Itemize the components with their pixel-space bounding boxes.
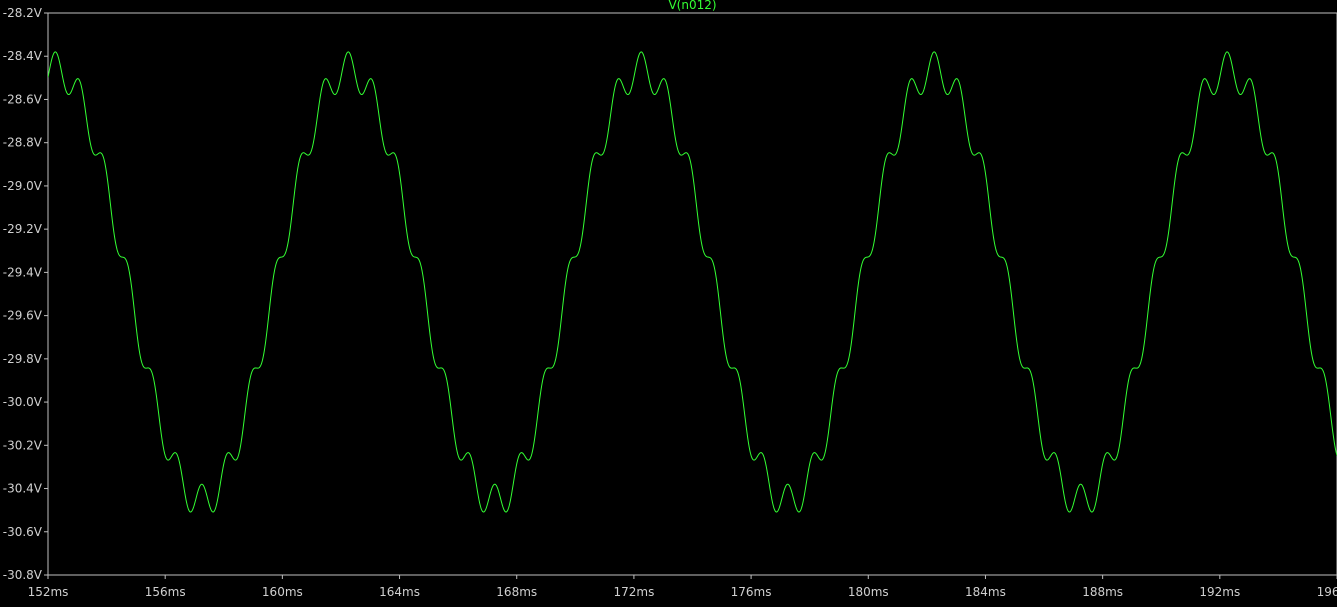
data-point (1161, 315, 1162, 316)
data-point (633, 99, 634, 100)
data-point (458, 365, 459, 366)
data-point (267, 391, 268, 392)
y-tick-label: -28.4V (3, 49, 43, 63)
data-point (663, 90, 664, 91)
data-point (1043, 328, 1044, 329)
y-tick-label: -29.2V (3, 222, 43, 236)
data-point (1307, 229, 1308, 230)
data-point (311, 239, 312, 240)
data-point (926, 112, 927, 113)
y-tick-label: -29.8V (3, 352, 43, 366)
x-tick-label: 168ms (496, 585, 537, 599)
data-point (1278, 146, 1279, 147)
x-tick-label: 188ms (1082, 585, 1123, 599)
x-tick-label: 180ms (848, 585, 889, 599)
data-point (545, 397, 546, 398)
data-point (106, 153, 107, 154)
y-tick-label: -30.8V (3, 568, 43, 582)
data-point (985, 146, 986, 147)
data-point (809, 477, 810, 478)
data-point (721, 242, 722, 243)
data-point (340, 140, 341, 141)
data-point (641, 60, 642, 61)
data-point (692, 151, 693, 152)
data-point (1073, 427, 1074, 428)
y-tick-label: -30.2V (3, 438, 43, 452)
x-tick-label: 184ms (965, 585, 1006, 599)
data-point (934, 60, 935, 61)
data-point (575, 289, 576, 290)
data-point (780, 440, 781, 441)
data-point (348, 60, 349, 61)
data-point (135, 224, 136, 225)
x-tick-label: 172ms (613, 585, 654, 599)
x-tick-label: 156ms (145, 585, 186, 599)
data-point (1131, 404, 1132, 405)
x-tick-label: 164ms (379, 585, 420, 599)
y-tick-label: -29.4V (3, 265, 43, 279)
data-point (868, 311, 869, 312)
y-tick-label: -28.2V (3, 6, 43, 20)
data-point (216, 507, 217, 508)
data-point (604, 192, 605, 193)
trace-title-layer[interactable]: V(n012) (668, 0, 716, 12)
x-tick-label: 192ms (1199, 585, 1240, 599)
data-point (1080, 510, 1081, 511)
data-point (1249, 88, 1250, 89)
data-point (1014, 229, 1015, 230)
data-point (1227, 60, 1228, 61)
data-point (750, 345, 751, 346)
data-point (1219, 116, 1220, 117)
y-tick-label: -30.6V (3, 525, 43, 539)
y-tick-label: -29.6V (3, 309, 43, 323)
x-tick-label: 176ms (731, 585, 772, 599)
data-point (787, 510, 788, 511)
x-tick-label: 160ms (262, 585, 303, 599)
y-tick-label: -28.8V (3, 136, 43, 150)
data-point (165, 322, 166, 323)
y-tick-label: -30.0V (3, 395, 43, 409)
data-point (428, 265, 429, 266)
y-tick-label: -30.4V (3, 482, 43, 496)
data-point (838, 410, 839, 411)
x-tick-label: 152ms (28, 585, 69, 599)
trace-name-label[interactable]: V(n012) (668, 0, 716, 12)
data-point (1190, 218, 1191, 219)
data-point (487, 462, 488, 463)
y-tick-label: -29.0V (3, 179, 43, 193)
data-point (897, 211, 898, 212)
data-point (238, 466, 239, 467)
y-tick-label: -28.6V (3, 92, 43, 106)
data-point (282, 352, 283, 353)
data-point (77, 88, 78, 89)
x-tick-label: 196ms (1317, 585, 1337, 599)
data-point (370, 90, 371, 91)
data-point (62, 60, 63, 61)
data-point (194, 412, 195, 413)
waveform-plot[interactable]: -28.2V -28.4V -28.6V -28.8V -29.0V -29.2V -29.… (0, 0, 1337, 607)
data-point (1102, 475, 1103, 476)
data-point (516, 479, 517, 480)
data-point (47, 88, 48, 89)
data-point (399, 162, 400, 163)
data-point (494, 510, 495, 511)
data-point (956, 88, 957, 89)
